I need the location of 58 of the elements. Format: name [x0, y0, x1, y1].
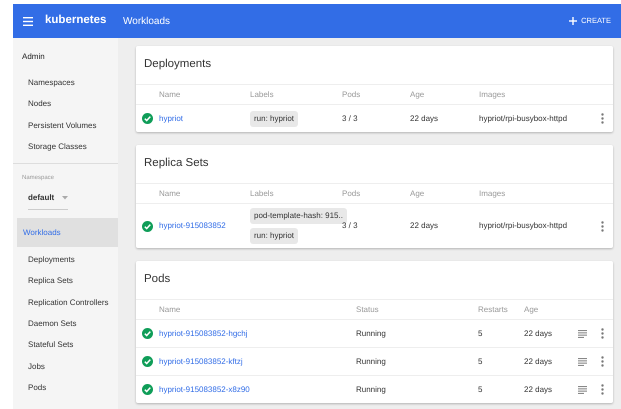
card-title: Replica Sets [143, 156, 210, 172]
app-logo-text[interactable]: kubernetes [45, 12, 123, 30]
label-chip: run: hypriot [250, 228, 298, 244]
table-cell-text: Running [356, 384, 387, 396]
sidebar-section-item[interactable]: Workloads [17, 218, 118, 248]
table-cell-text: hypriot/rpi-busybox-httpd [479, 220, 568, 232]
sidebar-section-title: Admin [21, 51, 46, 63]
table-cell-text: 3 / 3 [342, 112, 359, 124]
column-header: Age [410, 188, 426, 200]
table-cell-text: 22 days [410, 112, 440, 124]
card-title: Pods [143, 272, 172, 288]
sidebar-item[interactable]: Namespaces [13, 72, 118, 94]
column-header: Labels [250, 188, 275, 200]
table-cell-text: 5 [478, 384, 484, 396]
table-cell-text: 22 days [524, 384, 554, 396]
table-cell-text: 22 days [524, 356, 554, 368]
column-header: Name [159, 88, 182, 100]
table-cell-text: Running [356, 356, 387, 368]
sidebar-item[interactable]: Deployments [13, 249, 118, 270]
sidebar-item[interactable]: Pods [13, 376, 118, 398]
namespace-select[interactable]: default [28, 192, 68, 210]
column-header: Pods [342, 188, 362, 200]
column-header: Status [356, 304, 380, 316]
table-cell-text: Running [356, 328, 387, 340]
resource-link[interactable]: hypriot [159, 114, 184, 122]
plus-icon [569, 17, 578, 25]
sidebar-item[interactable]: Nodes [13, 93, 118, 115]
label-chip: run: hypriot [250, 110, 298, 126]
menu-icon[interactable] [23, 16, 33, 26]
page-title: Workloads [123, 14, 170, 28]
resource-link[interactable]: hypriot-915083852-x8z90 [159, 384, 250, 394]
sidebar-item[interactable]: Stateful Sets [13, 334, 118, 356]
table-cell-text: 5 [478, 356, 484, 368]
column-header: Labels [250, 88, 275, 100]
column-header: Name [159, 188, 182, 200]
card-title: Deployments [143, 57, 212, 72]
sidebar-item[interactable]: Jobs [13, 356, 118, 377]
sidebar-item[interactable]: Replica Sets [13, 270, 118, 292]
resource-link[interactable]: hypriot-915083852 [159, 221, 226, 230]
sidebar-item[interactable]: Persistent Volumes [13, 114, 118, 136]
sidebar-item[interactable]: Storage Classes [13, 136, 118, 158]
column-header: Pods [342, 88, 362, 100]
sidebar-item[interactable]: Replication Controllers [13, 292, 118, 314]
table-cell-text: hypriot/rpi-busybox-httpd [479, 112, 568, 124]
label-chip: pod-template-hash: 915.. [250, 208, 347, 224]
caret-icon [62, 196, 68, 200]
resource-link[interactable]: hypriot-915083852-hgchj [159, 328, 248, 338]
column-header: Age [410, 88, 426, 100]
table-cell-text: 5 [478, 328, 484, 340]
column-header: Name [159, 304, 182, 316]
column-header: Images [479, 88, 506, 100]
table-cell-text: 22 days [410, 220, 440, 232]
column-header: Restarts [478, 304, 509, 316]
column-header: Age [524, 304, 540, 316]
resource-link[interactable]: hypriot-915083852-kftzj [159, 356, 243, 366]
table-cell-text: 22 days [524, 328, 554, 340]
sidebar-item[interactable]: Daemon Sets [13, 313, 118, 334]
column-header: Images [479, 188, 506, 200]
